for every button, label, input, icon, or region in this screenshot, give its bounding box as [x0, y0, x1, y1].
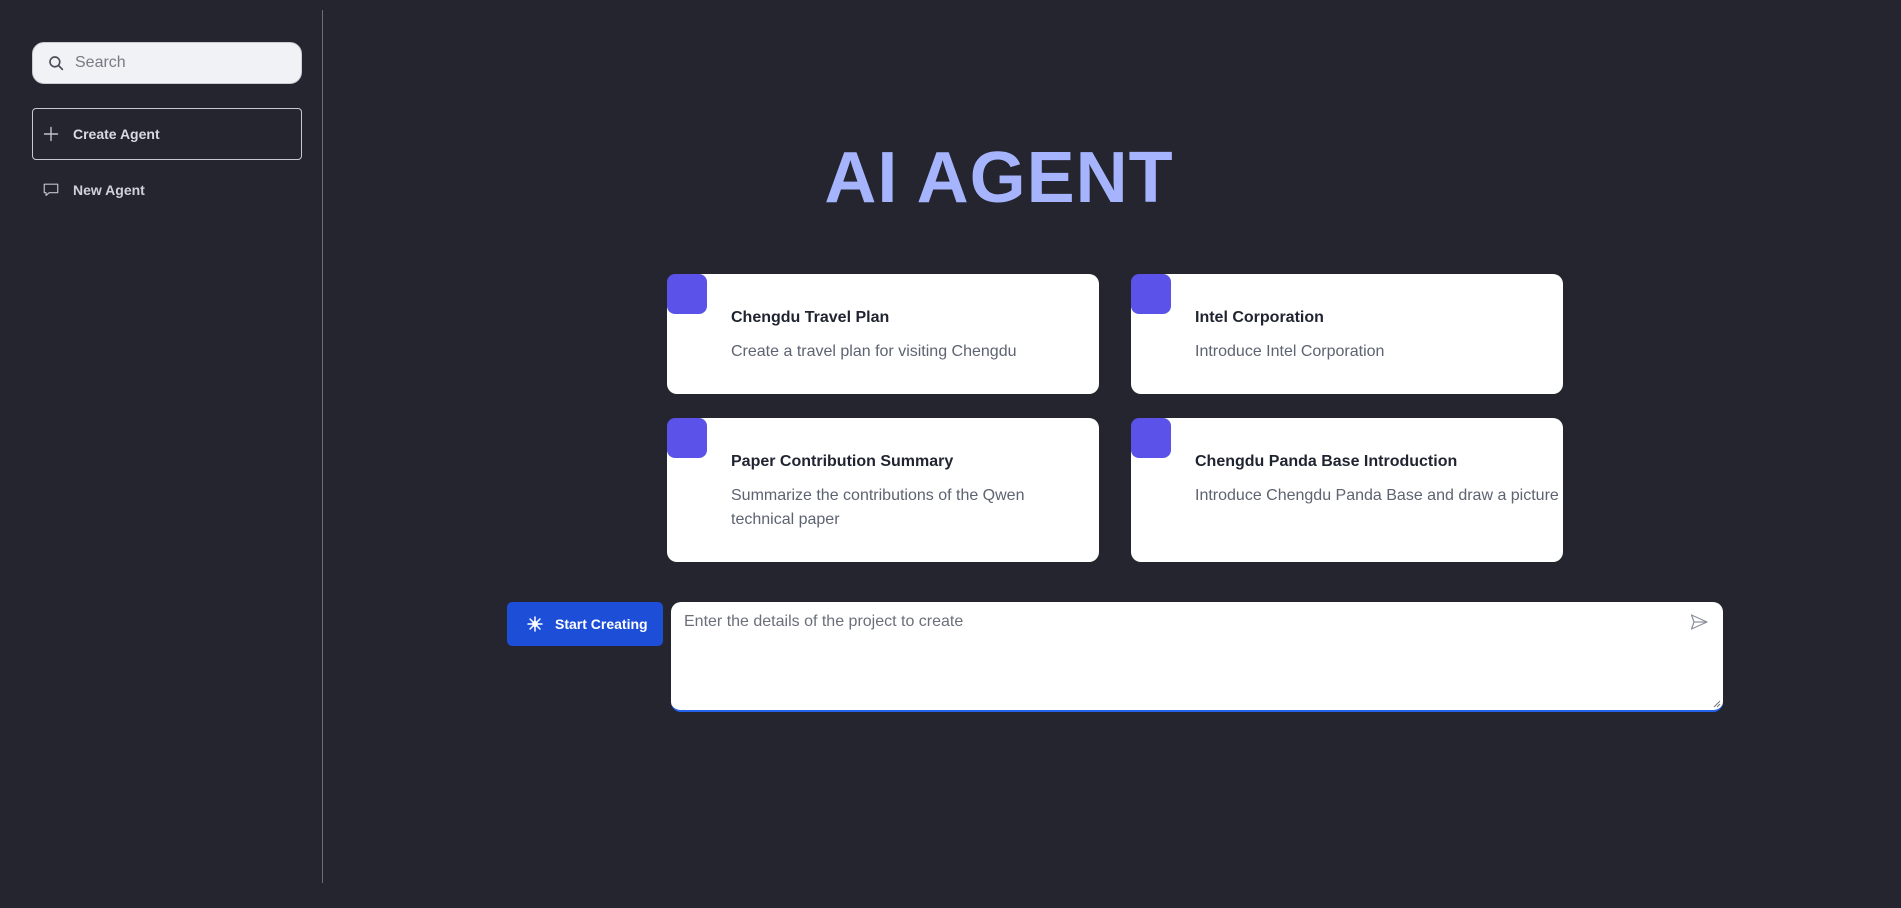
sparkle-icon — [527, 616, 543, 632]
plus-icon — [43, 126, 59, 142]
card-description: Introduce Intel Corporation — [1195, 343, 1385, 360]
search-input[interactable] — [73, 53, 293, 73]
prompt-input[interactable] — [671, 602, 1723, 710]
card-title: Chengdu Travel Plan — [731, 309, 890, 326]
card-badge — [1131, 418, 1171, 458]
sidebar: Create Agent New Agent — [0, 0, 322, 908]
create-agent-label: Create Agent — [73, 126, 160, 142]
card-description: Introduce Chengdu Panda Base and draw a … — [1195, 487, 1559, 504]
card-title: Paper Contribution Summary — [731, 453, 954, 470]
card-description: Summarize the contributions of the Qwen … — [731, 487, 1025, 528]
suggestion-card[interactable]: Paper Contribution Summary Summarize the… — [667, 418, 1099, 562]
card-badge — [1131, 274, 1171, 314]
prompt-box — [671, 602, 1723, 712]
start-creating-label: Start Creating — [555, 616, 648, 632]
sidebar-item-label: New Agent — [73, 182, 145, 198]
create-agent-button[interactable]: Create Agent — [32, 108, 302, 160]
sidebar-item-new-agent[interactable]: New Agent — [32, 176, 302, 204]
page-title: AI AGENT — [323, 136, 1901, 220]
suggestion-card[interactable]: Chengdu Travel Plan Create a travel plan… — [667, 274, 1099, 394]
resize-grip-icon[interactable] — [1713, 700, 1721, 708]
card-badge — [667, 274, 707, 314]
card-title: Chengdu Panda Base Introduction — [1195, 453, 1458, 470]
page-title-text: AI AGENT — [824, 138, 1174, 218]
suggestion-card[interactable]: Intel Corporation Introduce Intel Corpor… — [1131, 274, 1563, 394]
suggestion-card[interactable]: Chengdu Panda Base Introduction Introduc… — [1131, 418, 1563, 562]
chat-bubble-icon — [43, 183, 59, 196]
card-badge — [667, 418, 707, 458]
start-creating-button[interactable]: Start Creating — [507, 602, 663, 646]
send-icon[interactable] — [1689, 612, 1709, 632]
card-title: Intel Corporation — [1195, 309, 1324, 326]
search-box[interactable] — [32, 42, 302, 84]
search-icon — [49, 56, 64, 71]
card-description: Create a travel plan for visiting Chengd… — [731, 343, 1017, 360]
